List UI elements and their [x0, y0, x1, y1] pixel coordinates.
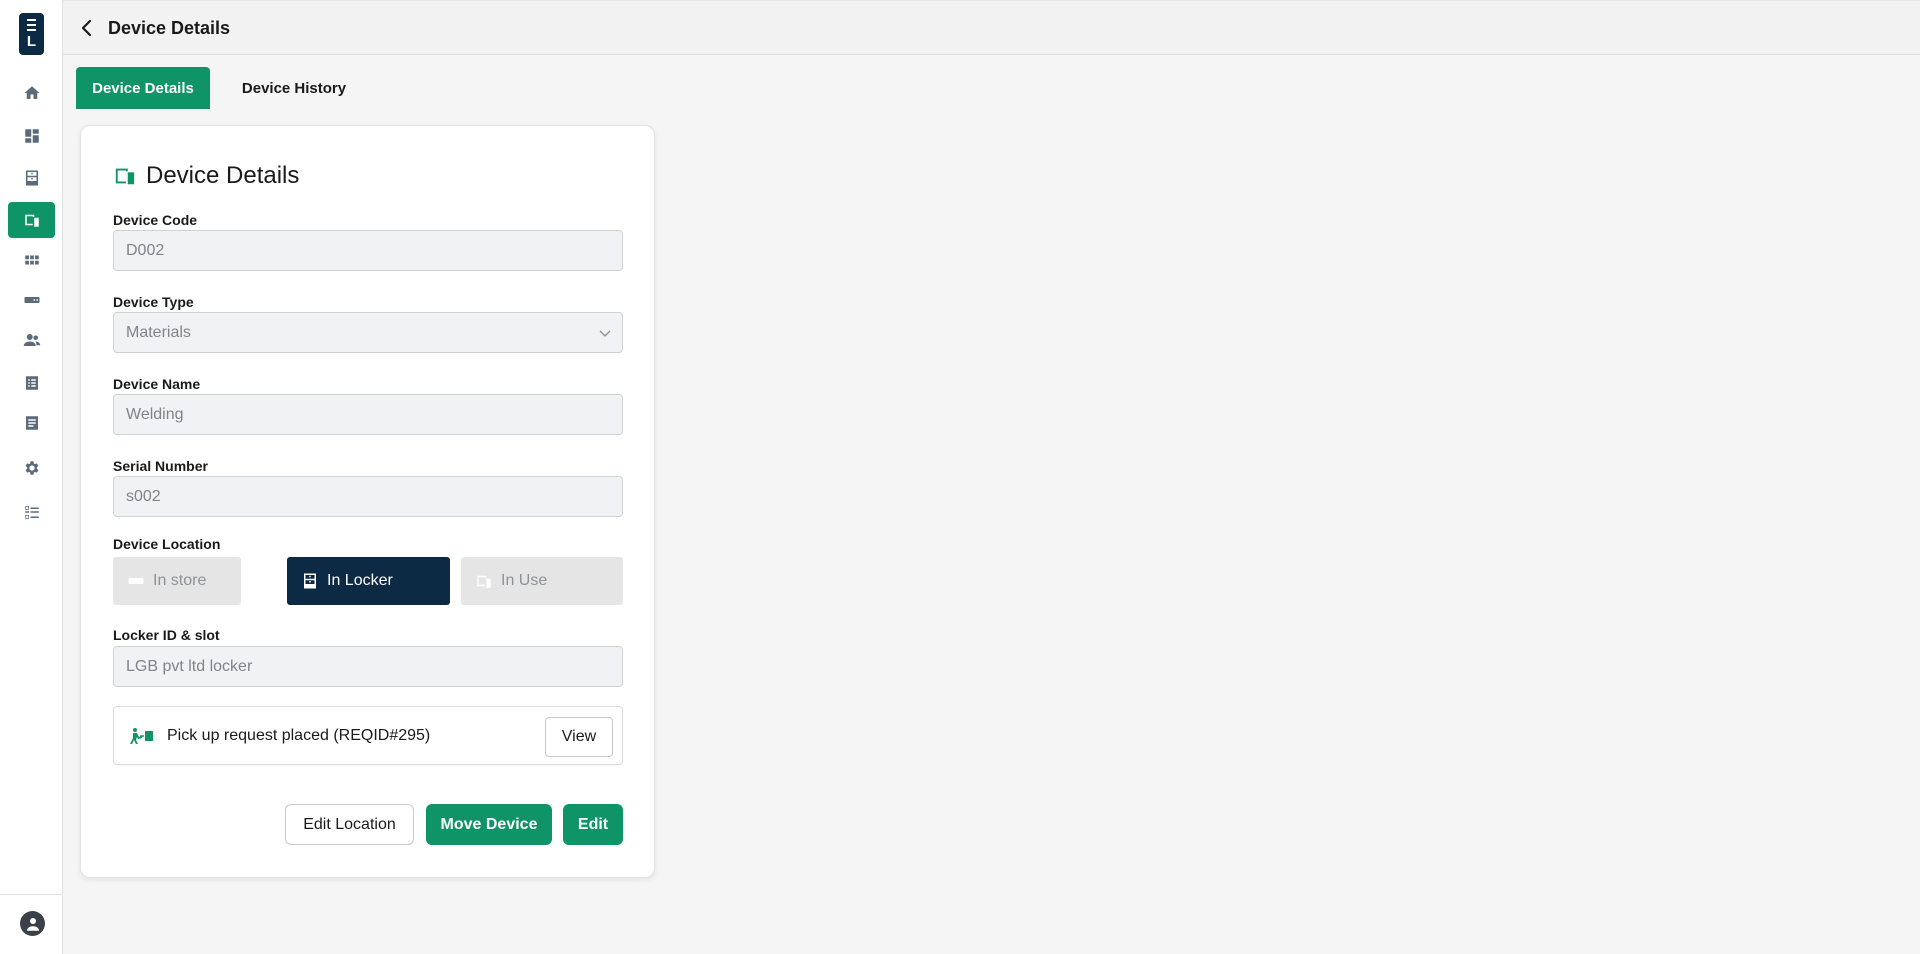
device-name-label: Device Name — [113, 376, 201, 392]
chevron-down-icon — [599, 330, 611, 337]
move-device-button[interactable]: Move Device — [426, 804, 552, 845]
serial-number-label: Serial Number — [113, 458, 208, 474]
pickup-icon — [130, 728, 153, 744]
checklist-icon — [24, 506, 39, 519]
edit-location-button[interactable]: Edit Location — [285, 804, 414, 845]
chevron-left-icon — [81, 19, 92, 37]
sidebar-item-home[interactable] — [8, 75, 55, 111]
sidebar-item-list[interactable] — [8, 365, 55, 401]
locker-id-field[interactable]: LGB pvt ltd locker — [113, 646, 623, 687]
device-code-label: Device Code — [113, 212, 198, 228]
device-type-label: Device Type — [113, 294, 194, 310]
device-code-field[interactable]: D002 — [113, 230, 623, 271]
edit-button[interactable]: Edit — [563, 804, 623, 845]
location-in-use-button[interactable]: In Use — [461, 557, 623, 605]
home-icon — [24, 86, 39, 99]
logo-letter: L — [26, 33, 37, 50]
sidebar-item-lockers[interactable] — [8, 160, 55, 196]
sidebar: L — [0, 0, 63, 954]
sidebar-item-apps[interactable] — [8, 242, 55, 278]
location-in-locker-label: In Locker — [327, 572, 393, 589]
sidebar-item-reports[interactable] — [8, 405, 55, 441]
document-icon — [25, 416, 38, 430]
card-title: Device Details — [146, 162, 300, 189]
view-request-button[interactable]: View — [545, 717, 613, 757]
users-icon — [23, 334, 40, 346]
page-header: Device Details — [63, 0, 1920, 55]
location-in-store-label: In store — [153, 572, 207, 589]
locker-icon — [304, 573, 316, 589]
user-icon — [26, 917, 39, 931]
sidebar-item-users[interactable] — [8, 322, 55, 358]
pickup-request-text: Pick up request placed (REQID#295) — [167, 727, 431, 744]
list-icon — [25, 376, 38, 390]
sidebar-item-dashboard[interactable] — [8, 118, 55, 154]
device-code-value: D002 — [126, 241, 165, 259]
tag-icon — [24, 297, 39, 303]
serial-number-field[interactable]: s002 — [113, 476, 623, 517]
device-type-select[interactable]: Materials — [113, 312, 623, 353]
location-in-use-label: In Use — [501, 572, 548, 589]
sidebar-item-tags[interactable] — [8, 282, 55, 318]
dashboard-icon — [24, 129, 39, 143]
device-details-card: Device Details Device Code D002 Device T… — [80, 125, 655, 878]
tag-icon — [128, 578, 144, 584]
tab-device-details[interactable]: Device Details — [76, 67, 210, 109]
sidebar-divider — [0, 894, 63, 895]
tab-device-history[interactable]: Device History — [226, 67, 362, 109]
sidebar-item-checklist[interactable] — [8, 494, 55, 530]
device-name-field[interactable]: Welding — [113, 394, 623, 435]
location-in-store-button[interactable]: In store — [113, 557, 241, 605]
page-title: Device Details — [108, 18, 231, 38]
devices-icon — [24, 214, 39, 227]
gear-icon — [25, 461, 38, 475]
back-button[interactable] — [77, 18, 97, 38]
device-location-label: Device Location — [113, 536, 221, 552]
logo-bars-icon — [27, 19, 36, 31]
sidebar-item-devices[interactable] — [8, 202, 55, 238]
locker-id-value: LGB pvt ltd locker — [126, 657, 253, 675]
device-type-value: Materials — [126, 323, 191, 341]
device-name-value: Welding — [126, 405, 184, 423]
locker-id-label: Locker ID & slot — [113, 627, 220, 643]
card-header: Device Details — [114, 162, 299, 190]
app-logo[interactable]: L — [19, 13, 44, 55]
locker-icon — [25, 170, 38, 186]
devices-icon — [115, 168, 135, 185]
user-avatar[interactable] — [20, 911, 45, 936]
sidebar-item-settings[interactable] — [8, 450, 55, 486]
devices-icon — [477, 575, 491, 588]
location-in-locker-button[interactable]: In Locker — [287, 557, 450, 605]
serial-number-value: s002 — [126, 487, 161, 505]
grid-icon — [24, 255, 39, 265]
pickup-request-box: Pick up request placed (REQID#295) View — [113, 706, 623, 765]
